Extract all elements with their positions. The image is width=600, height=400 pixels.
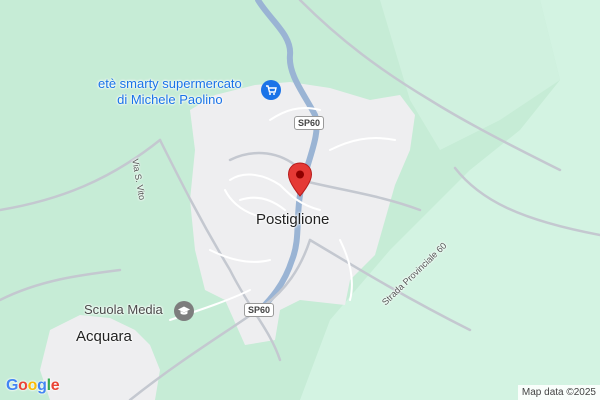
- map-attribution[interactable]: Map data ©2025: [517, 385, 600, 400]
- school-icon[interactable]: [174, 301, 194, 321]
- shopping-cart-icon[interactable]: [261, 80, 281, 100]
- map-canvas[interactable]: etè smarty supermercato di Michele Paoli…: [0, 0, 600, 400]
- town-label-postiglione[interactable]: Postiglione: [256, 211, 329, 228]
- road-shield-sp60-bottom: SP60: [244, 303, 275, 317]
- location-pin-icon[interactable]: [287, 162, 313, 203]
- town-label-acquara[interactable]: Acquara: [76, 328, 132, 345]
- road-shield-sp60-top: SP60: [294, 116, 325, 130]
- supermarket-name-line2: di Michele Paolino: [117, 92, 223, 107]
- supermarket-label[interactable]: etè smarty supermercato di Michele Paoli…: [98, 76, 242, 108]
- google-logo[interactable]: Google: [6, 377, 60, 395]
- supermarket-name-line1: etè smarty supermercato: [98, 76, 242, 91]
- school-label[interactable]: Scuola Media: [84, 302, 163, 317]
